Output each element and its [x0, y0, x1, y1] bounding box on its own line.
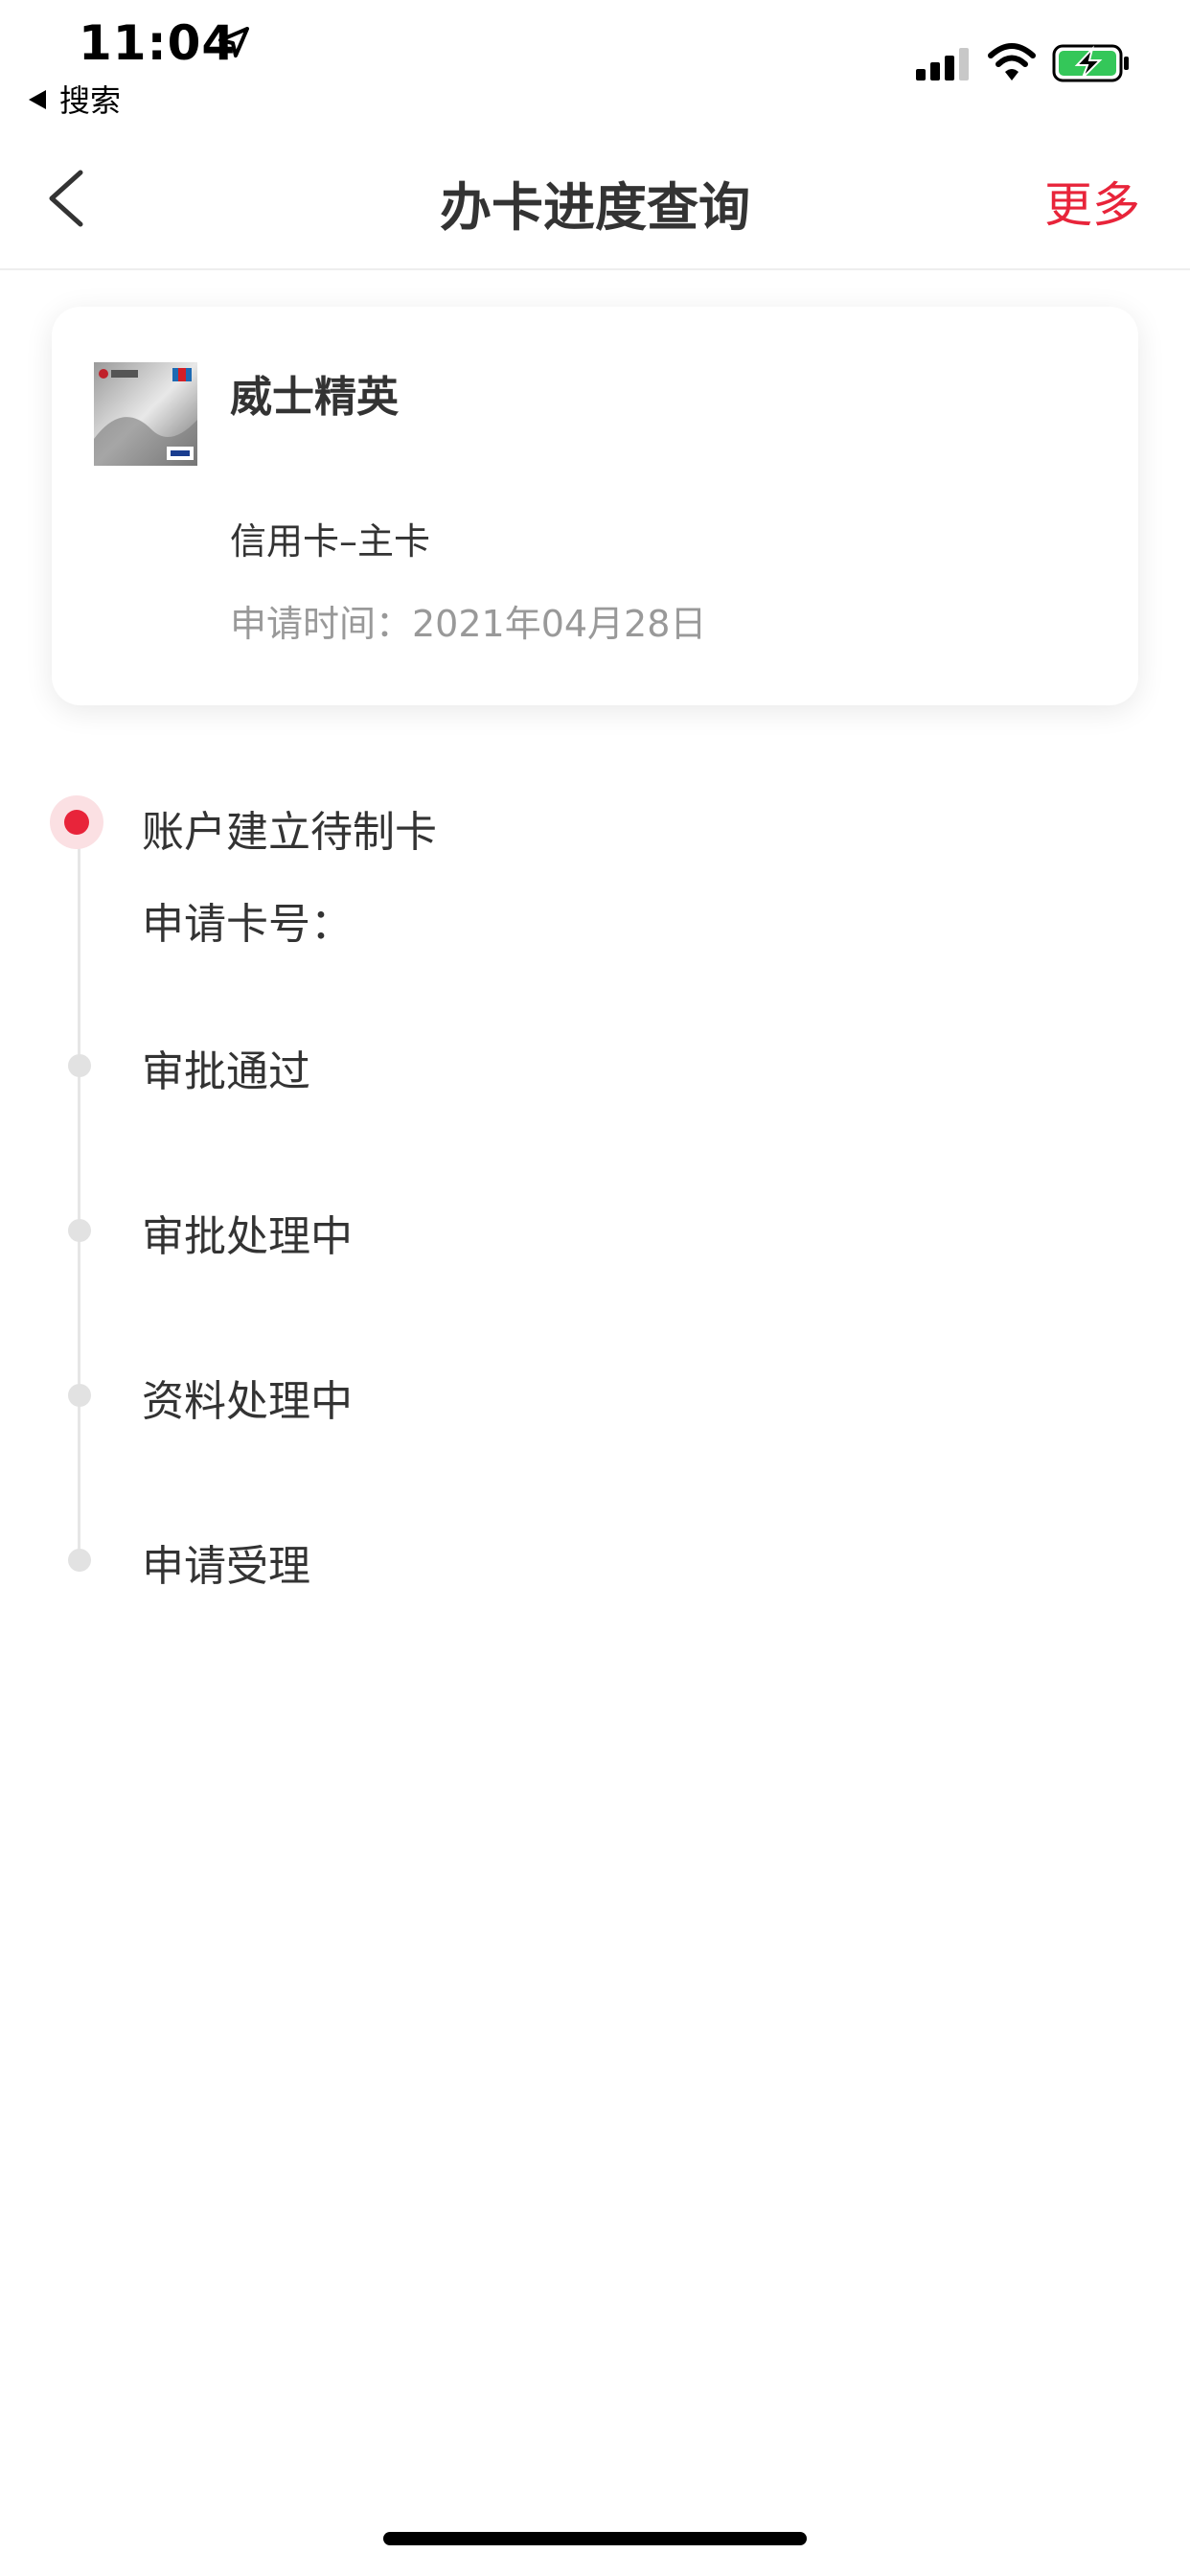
card-type: 信用卡–主卡: [230, 520, 431, 563]
more-button[interactable]: 更多: [1044, 167, 1140, 236]
back-triangle-icon: [29, 90, 46, 109]
battery-charging-icon: [1052, 44, 1129, 82]
status-time: 11:04: [79, 15, 237, 71]
card-info-panel: 威士精英 信用卡–主卡 申请时间：2021年04月28日: [52, 307, 1138, 705]
cellular-signal-icon: [916, 48, 969, 80]
location-arrow-icon: [218, 27, 249, 58]
timeline-dot: [68, 1054, 91, 1077]
home-indicator[interactable]: [383, 2532, 807, 2545]
timeline-current-status: 账户建立待制卡: [142, 808, 437, 857]
card-name: 威士精英: [230, 373, 399, 422]
credit-card-thumbnail: [94, 362, 197, 466]
wifi-icon: [988, 43, 1036, 80]
application-date: 申请时间：2021年04月28日: [230, 603, 707, 645]
timeline-dot: [68, 1219, 91, 1242]
back-to-app-link[interactable]: 搜索: [29, 77, 121, 121]
back-app-label: 搜索: [59, 82, 122, 119]
timeline-dot: [68, 1384, 91, 1407]
timeline-step: 申请受理: [142, 1542, 310, 1591]
status-bar: 11:04 搜索: [0, 0, 1190, 125]
timeline-line: [78, 834, 80, 1562]
timeline-step: 资料处理中: [142, 1377, 353, 1426]
timeline-step: 审批处理中: [142, 1212, 353, 1261]
timeline-step: 审批通过: [142, 1047, 310, 1096]
page-title: 办卡进度查询: [440, 177, 750, 238]
timeline-dot-active: [50, 795, 103, 849]
navigation-bar: 办卡进度查询 更多: [0, 125, 1190, 270]
timeline-dot: [68, 1549, 91, 1572]
card-number-label: 申请卡号：: [142, 900, 353, 949]
